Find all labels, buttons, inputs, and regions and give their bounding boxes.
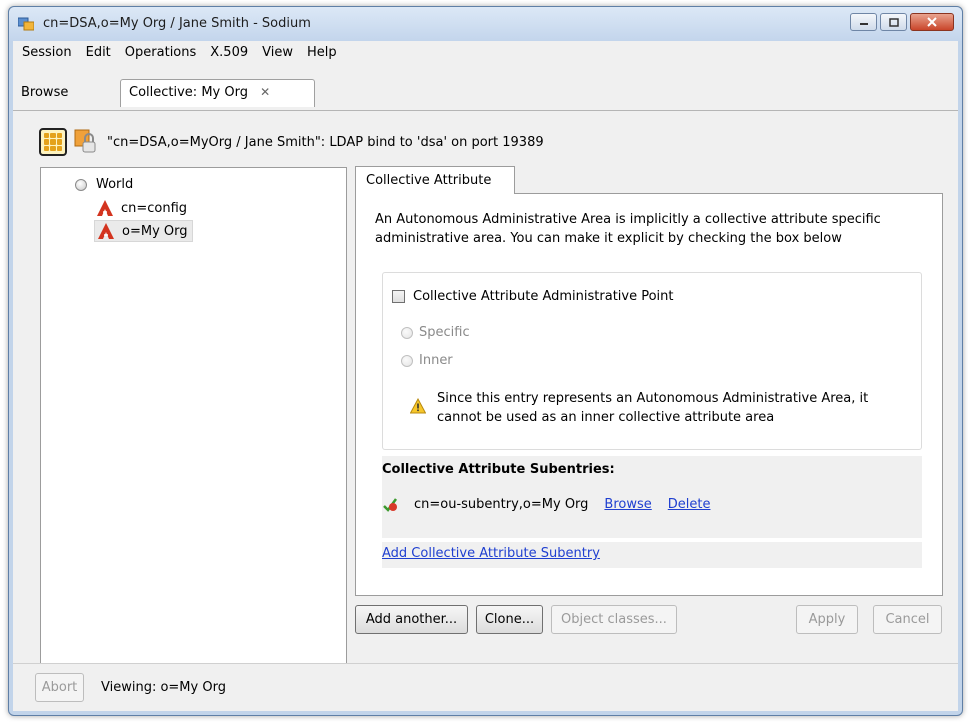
add-subentry-link[interactable]: Add Collective Attribute Subentry — [382, 546, 600, 561]
subentry-browse-link[interactable]: Browse — [604, 497, 651, 512]
radio-label: Specific — [419, 325, 470, 340]
menu-help[interactable]: Help — [300, 45, 344, 60]
app-window: cn=DSA,o=My Org / Jane Smith - Sodium Se… — [8, 6, 963, 716]
editor-area: "cn=DSA,o=MyOrg / Jane Smith": LDAP bind… — [13, 110, 958, 702]
radio-icon — [75, 178, 87, 191]
admin-point-checkbox-row[interactable]: Collective Attribute Administrative Poin… — [392, 289, 674, 304]
tree-item-config[interactable]: cn=config — [96, 199, 187, 217]
menu-view[interactable]: View — [255, 45, 300, 60]
menu-operations[interactable]: Operations — [118, 45, 203, 60]
object-classes-button[interactable]: Object classes... — [551, 605, 677, 634]
close-icon — [927, 17, 937, 27]
menu-edit[interactable]: Edit — [79, 45, 118, 60]
window-title: cn=DSA,o=My Org / Jane Smith - Sodium — [43, 16, 311, 31]
apply-button[interactable]: Apply — [796, 605, 858, 634]
panel-tab-label: Collective Attribute — [366, 173, 492, 188]
menu-session[interactable]: Session — [15, 45, 79, 60]
checkbox-label: Collective Attribute Administrative Poin… — [413, 289, 674, 304]
client-area: Browse Collective: My Org ✕ "cn=DSA,o=My… — [13, 63, 958, 711]
tab-close-icon[interactable]: ✕ — [260, 85, 270, 99]
add-subentry-row: Add Collective Attribute Subentry — [382, 542, 922, 568]
tree-item-my-org[interactable]: o=My Org — [94, 220, 193, 242]
tab-collective[interactable]: Collective: My Org ✕ — [120, 79, 315, 107]
connection-row: "cn=DSA,o=MyOrg / Jane Smith": LDAP bind… — [39, 125, 544, 159]
lock-icon — [74, 129, 96, 153]
menu-bar: Session Edit Operations X.509 View Help — [13, 41, 958, 63]
warning-message: Since this entry represents an Autonomou… — [410, 389, 917, 427]
entry-a-icon — [98, 223, 114, 239]
status-bar: Abort Viewing: o=My Org — [13, 663, 958, 711]
warning-icon — [410, 398, 426, 414]
radio-icon — [401, 354, 413, 367]
maximize-icon — [888, 17, 899, 27]
add-another-button[interactable]: Add another... — [355, 605, 468, 634]
tree-item-label: World — [96, 177, 134, 192]
app-icon — [18, 17, 34, 31]
tree-item-label: cn=config — [121, 200, 188, 216]
connection-label: "cn=DSA,o=MyOrg / Jane Smith": LDAP bind… — [107, 134, 544, 150]
close-button[interactable] — [910, 13, 954, 31]
tab-collective-label: Collective: My Org — [129, 85, 248, 100]
radio-specific[interactable]: Specific — [401, 325, 470, 340]
subentry-icon — [383, 498, 398, 512]
admin-point-group: Collective Attribute Administrative Poin… — [382, 272, 922, 450]
radio-icon — [401, 326, 413, 339]
server-grid-icon[interactable] — [39, 128, 67, 156]
collective-attribute-panel: An Autonomous Administrative Area is imp… — [355, 193, 943, 596]
subentry-delete-link[interactable]: Delete — [668, 497, 711, 512]
minimize-icon — [859, 23, 868, 25]
panel-description: An Autonomous Administrative Area is imp… — [375, 212, 881, 246]
menu-x509[interactable]: X.509 — [203, 45, 255, 60]
clone-button[interactable]: Clone... — [476, 605, 543, 634]
tab-browse[interactable]: Browse — [21, 85, 68, 100]
entry-a-icon — [97, 200, 113, 216]
tab-collective-attribute[interactable]: Collective Attribute — [355, 166, 515, 194]
subentry-row: cn=ou-subentry,o=My Org Browse Delete — [382, 496, 710, 512]
cancel-button[interactable]: Cancel — [873, 605, 942, 634]
entry-tree[interactable]: World cn=config o=My Org — [40, 167, 347, 702]
abort-button[interactable]: Abort — [35, 673, 84, 702]
maximize-button[interactable] — [880, 13, 907, 31]
admin-point-checkbox[interactable] — [392, 290, 405, 303]
status-text: Viewing: o=My Org — [101, 680, 226, 695]
tab-strip: Browse Collective: My Org ✕ — [13, 63, 958, 111]
warning-text: Since this entry represents an Autonomou… — [437, 391, 869, 425]
subentry-dn: cn=ou-subentry,o=My Org — [414, 496, 589, 512]
radio-label: Inner — [419, 353, 453, 368]
title-bar[interactable]: cn=DSA,o=My Org / Jane Smith - Sodium — [9, 7, 962, 41]
subentries-title: Collective Attribute Subentries: — [382, 462, 615, 477]
subentries-section: Collective Attribute Subentries: cn=ou-s… — [382, 456, 922, 538]
minimize-button[interactable] — [850, 13, 877, 31]
radio-inner[interactable]: Inner — [401, 353, 453, 368]
tree-item-world[interactable]: World — [75, 177, 133, 192]
tree-item-label: o=My Org — [122, 223, 188, 239]
